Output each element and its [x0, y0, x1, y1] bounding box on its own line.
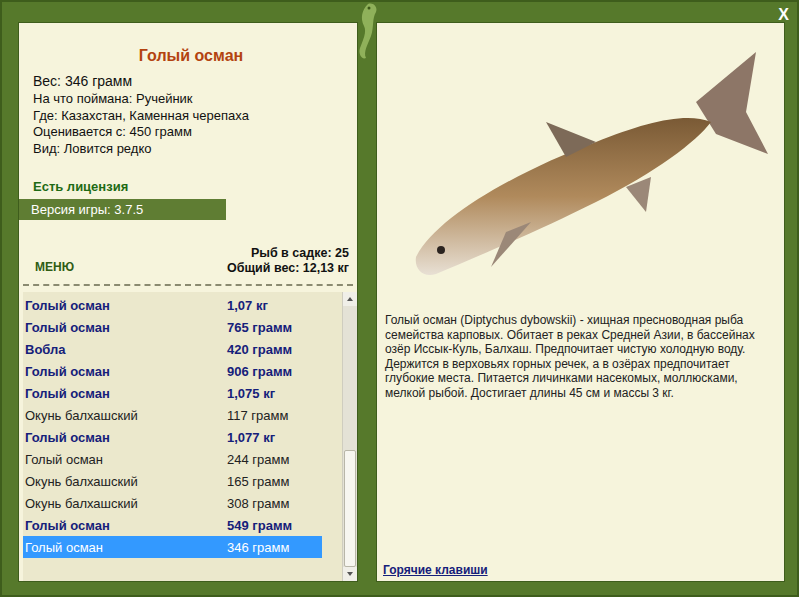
stat-line: Общий вес: 12,13 кг — [227, 261, 349, 276]
catch-row[interactable]: Голый осман 906 грамм — [23, 360, 322, 382]
catch-row[interactable]: Голый осман 549 грамм — [23, 514, 322, 536]
fish-image — [377, 23, 784, 311]
catch-row[interactable]: Голый осман 244 грамм — [23, 448, 322, 470]
fish-detail: Оценивается с: 450 грамм — [33, 124, 349, 141]
fish-detail: Где: Казахстан, Каменная черепаха — [33, 108, 349, 125]
separator — [23, 284, 353, 286]
catch-row[interactable]: Голый осман 1,075 кг — [23, 382, 322, 404]
fish-detail: На что поймана: Ручейник — [33, 91, 349, 108]
catch-row[interactable]: Голый осман 765 грамм — [23, 316, 322, 338]
fish-info: Голый осман Вес: 346 грамм На что пойман… — [19, 23, 357, 276]
fish-weight: Вес: 346 грамм — [33, 71, 349, 91]
version-bar: Версия игры: 3.7.5 — [19, 199, 226, 220]
lizard-icon — [354, 2, 382, 62]
catch-stats: Рыб в садке: 25Общий вес: 12,13 кг — [227, 246, 349, 276]
hotkeys-link[interactable]: Горячие клавиши — [377, 563, 784, 581]
stat-line: Рыб в садке: 25 — [227, 246, 349, 261]
menu-button[interactable]: МЕНЮ — [33, 254, 74, 276]
fish-info-window: X Голый осман Вес: 346 грамм На что пойм… — [0, 0, 799, 597]
left-panel: Голый осман Вес: 346 грамм На что пойман… — [18, 22, 358, 582]
scroll-up-button[interactable] — [343, 292, 357, 306]
catch-row[interactable]: Окунь балхашский 308 грамм — [23, 492, 322, 514]
right-panel: Голый осман (Diptychus dybowskii) - хищн… — [376, 22, 785, 582]
catch-row[interactable]: Окунь балхашский 117 грамм — [23, 404, 322, 426]
fish-title: Голый осман — [33, 45, 349, 67]
catch-list: Голый осман 1,07 кгГолый осман 765 грамм… — [23, 292, 357, 581]
scrollbar[interactable] — [342, 292, 357, 581]
license-label: Есть лицензия — [33, 179, 349, 195]
scroll-down-button[interactable] — [343, 567, 357, 581]
fish-detail: Вид: Ловится редко — [33, 141, 349, 158]
close-button[interactable]: X — [778, 6, 789, 24]
catch-row[interactable]: Окунь балхашский 165 грамм — [23, 470, 322, 492]
catch-row[interactable]: Вобла 420 грамм — [23, 338, 322, 360]
catch-row[interactable]: Голый осман 1,07 кг — [23, 294, 322, 316]
scroll-thumb[interactable] — [344, 450, 356, 567]
catch-row[interactable]: Голый осман 1,077 кг — [23, 426, 322, 448]
fish-description: Голый осман (Diptychus dybowskii) - хищн… — [377, 311, 784, 400]
catch-row[interactable]: Голый осман 346 грамм — [23, 536, 322, 558]
